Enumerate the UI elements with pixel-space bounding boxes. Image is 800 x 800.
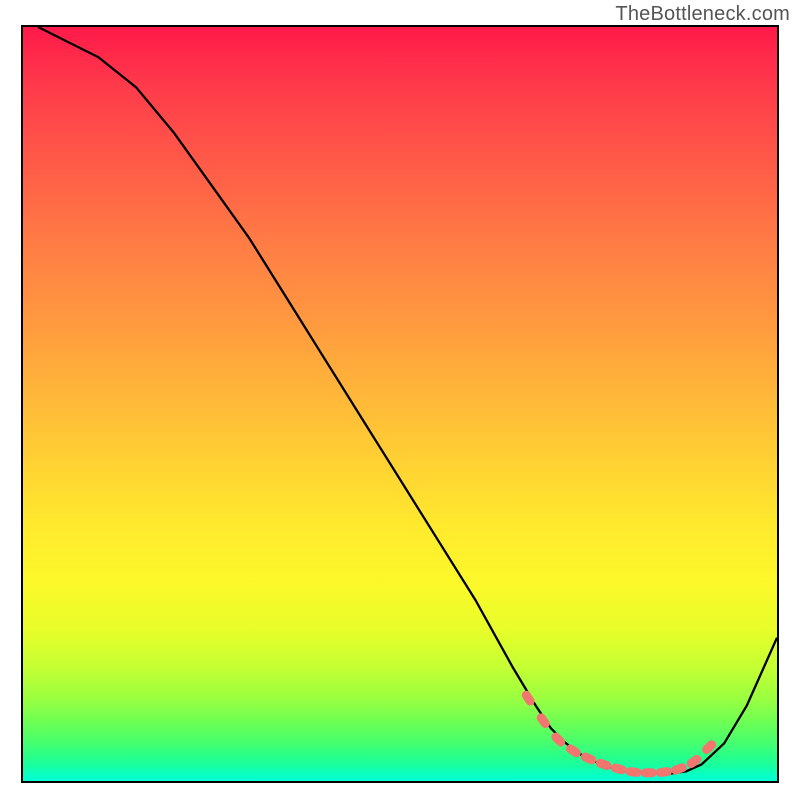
bottleneck-curve-line <box>38 27 777 774</box>
valley-marker <box>579 751 597 766</box>
chart-root: TheBottleneck.com <box>0 0 800 800</box>
valley-marker <box>655 767 672 778</box>
valley-marker <box>700 738 718 756</box>
plot-area <box>21 25 779 783</box>
watermark-text: TheBottleneck.com <box>615 3 790 26</box>
chart-svg <box>23 27 777 781</box>
valley-marker <box>625 767 642 778</box>
valley-marker <box>595 758 613 772</box>
valley-marker <box>641 768 657 777</box>
valley-marker <box>549 731 567 749</box>
marker-group <box>520 689 718 778</box>
valley-marker <box>610 763 628 776</box>
